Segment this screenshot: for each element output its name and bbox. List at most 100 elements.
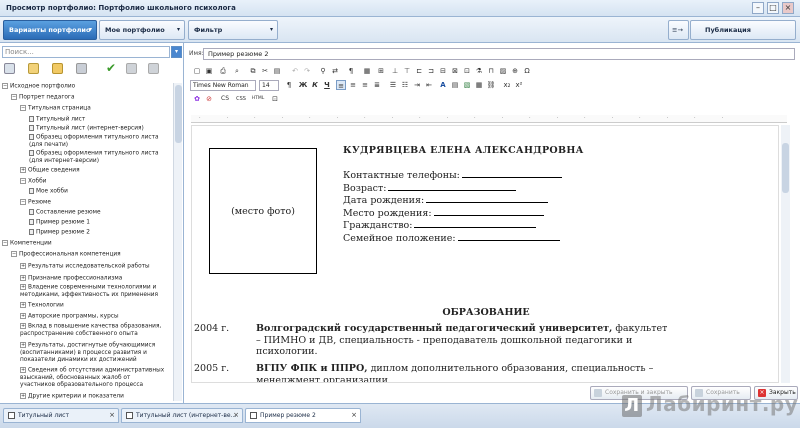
pilcrow-icon[interactable]: ¶ — [346, 66, 356, 76]
new-folder-icon[interactable] — [28, 63, 39, 74]
copy-icon[interactable]: ⧉ — [248, 66, 258, 76]
table-props-icon[interactable]: ⊞ — [376, 66, 386, 76]
tree-node[interactable]: + Технологии — [20, 302, 64, 310]
tree-node[interactable]: + Другие критерии и показатели — [20, 393, 124, 401]
spellcheck-icon[interactable]: ✿ — [192, 94, 202, 104]
save-icon[interactable]: ▣ — [204, 66, 214, 76]
delete-icon[interactable] — [126, 63, 137, 74]
filter-icon[interactable]: ⚗ — [474, 66, 484, 76]
symbol-icon[interactable]: Ω — [522, 66, 532, 76]
underline-icon[interactable]: Ч — [322, 80, 332, 90]
font-color-icon[interactable]: A — [438, 80, 448, 90]
italic-icon[interactable]: К — [310, 80, 320, 90]
tab-title-sheet[interactable]: Титульный лист × — [3, 408, 119, 423]
expand-icon[interactable]: + — [20, 167, 26, 173]
new-doc-icon[interactable]: ▢ — [192, 66, 202, 76]
variants-portfolio-button[interactable]: Варианты портфолио ▾ — [3, 20, 97, 40]
tree-node[interactable]: + Вклад в повышение качества образования,… — [20, 323, 166, 338]
zoom-icon[interactable]: ⊕ — [510, 66, 520, 76]
view-icon[interactable]: ⊡ — [270, 94, 280, 104]
bullet-list-icon[interactable]: ☰ — [388, 80, 398, 90]
print-icon[interactable]: ⎙ — [218, 66, 228, 76]
tab-resume-2[interactable]: Пример резюме 2 × — [245, 408, 361, 423]
tree-node[interactable]: Пример резюме 2 — [29, 229, 90, 237]
bold-icon[interactable]: Ж — [298, 80, 308, 90]
html-label[interactable]: HTML — [250, 94, 266, 104]
tab-title-sheet-web[interactable]: Титульный лист (интернет-ве... × — [121, 408, 243, 423]
name-input[interactable]: Пример резюме 2 — [203, 48, 795, 60]
filter-button[interactable]: Фильтр ▾ — [188, 20, 278, 40]
tree-node[interactable]: Пример резюме 1 — [29, 219, 90, 227]
collapse-icon[interactable]: − — [20, 199, 26, 205]
scrollbar-thumb[interactable] — [782, 143, 789, 193]
tree-node[interactable]: − Исходное портфолио — [2, 83, 75, 91]
number-list-icon[interactable]: ☷ — [400, 80, 410, 90]
subscript-icon[interactable]: x₂ — [502, 80, 512, 90]
tree-node[interactable]: − Хобби — [20, 178, 46, 186]
indent-icon[interactable]: ⇥ — [412, 80, 422, 90]
search-dropdown-button[interactable]: ▾ — [171, 46, 182, 58]
collapse-icon[interactable]: − — [11, 251, 17, 257]
tree-node[interactable]: + Владение современными технологиями и ме… — [20, 284, 166, 299]
tree-node[interactable]: Составление резюме — [29, 209, 101, 217]
split-cells-icon[interactable]: ⊠ — [450, 66, 460, 76]
tree-node[interactable]: Титульный лист (интернет-версия) — [29, 125, 144, 133]
search-input[interactable]: Поиск... — [2, 46, 170, 58]
document-icon[interactable] — [4, 63, 15, 74]
maximize-button[interactable]: □ — [767, 2, 779, 14]
tree-node[interactable]: − Компетенции — [2, 240, 52, 248]
replace-icon[interactable]: ⇄ — [330, 66, 340, 76]
hyperlink-icon[interactable]: ⛓ — [486, 80, 496, 90]
tree-node[interactable]: − Титульная страница — [20, 105, 91, 113]
tree-node[interactable]: Образец оформления титульного листа (для… — [29, 150, 166, 165]
scrollbar-thumb[interactable] — [175, 85, 182, 143]
collapse-icon[interactable]: − — [2, 83, 8, 89]
publish-portfolio-button[interactable]: Публикация портфолио — [690, 20, 796, 52]
expand-icon[interactable]: + — [20, 313, 26, 319]
my-portfolio-button[interactable]: Мое портфолио ▾ — [99, 20, 185, 40]
superscript-icon[interactable]: x² — [514, 80, 524, 90]
tree-node[interactable]: Титульный лист — [29, 116, 85, 124]
paragraph-style-icon[interactable]: ¶ — [284, 80, 294, 90]
justify-icon[interactable]: ≣ — [372, 80, 382, 90]
insert-image-icon[interactable]: ▧ — [462, 80, 472, 90]
collapse-icon[interactable]: − — [20, 105, 26, 111]
undo-icon[interactable]: ↶ — [290, 66, 300, 76]
tree-node[interactable]: + Результаты исследовательской работы — [20, 263, 166, 271]
expand-icon[interactable]: + — [20, 323, 26, 329]
outdent-icon[interactable]: ⇤ — [424, 80, 434, 90]
merge-cells-icon[interactable]: ⊟ — [438, 66, 448, 76]
expand-icon[interactable]: + — [20, 342, 26, 348]
collapse-icon[interactable]: − — [11, 94, 17, 100]
preview-icon[interactable]: ⌕ — [232, 66, 242, 76]
image-icon[interactable]: ▨ — [498, 66, 508, 76]
collapse-icon[interactable]: − — [2, 240, 8, 246]
publish-icon-button[interactable]: ≡→ — [668, 20, 689, 40]
document-scrollbar[interactable] — [781, 125, 790, 383]
document-page[interactable]: (место фото) КУДРЯВЦЕВА ЕЛЕНА АЛЕКСАНДРО… — [191, 125, 779, 383]
font-family-select[interactable]: Times New Roman — [190, 80, 256, 91]
highlight-icon[interactable]: ▤ — [450, 80, 460, 90]
minimize-button[interactable]: – — [752, 2, 764, 14]
expand-icon[interactable]: + — [20, 302, 26, 308]
table-icon[interactable]: ▦ — [362, 66, 372, 76]
insert-table-icon[interactable]: ▦ — [474, 80, 484, 90]
align-right-icon[interactable]: ≡ — [360, 80, 370, 90]
clear-format-icon[interactable]: ⊘ — [204, 94, 214, 104]
cs-label[interactable]: CS — [218, 94, 232, 104]
delete-all-icon[interactable] — [148, 63, 159, 74]
delete-col-icon[interactable]: ⊐ — [426, 66, 436, 76]
cut-icon[interactable]: ✂ — [260, 66, 270, 76]
tree-node[interactable]: − Портрет педагога — [11, 94, 75, 102]
expand-icon[interactable]: + — [20, 393, 26, 399]
paste-icon[interactable]: ▤ — [272, 66, 282, 76]
move-icon[interactable] — [76, 63, 87, 74]
expand-icon[interactable]: + — [20, 367, 26, 373]
tree-node[interactable]: + Общие сведения — [20, 167, 80, 175]
delete-row-icon[interactable]: ⊏ — [414, 66, 424, 76]
close-tab-icon[interactable]: × — [233, 409, 239, 422]
cell-props-icon[interactable]: ⊡ — [462, 66, 472, 76]
font-size-select[interactable]: 14 — [259, 80, 279, 91]
css-label[interactable]: CSS — [234, 94, 248, 104]
tree-node[interactable]: − Резюме — [20, 199, 51, 207]
